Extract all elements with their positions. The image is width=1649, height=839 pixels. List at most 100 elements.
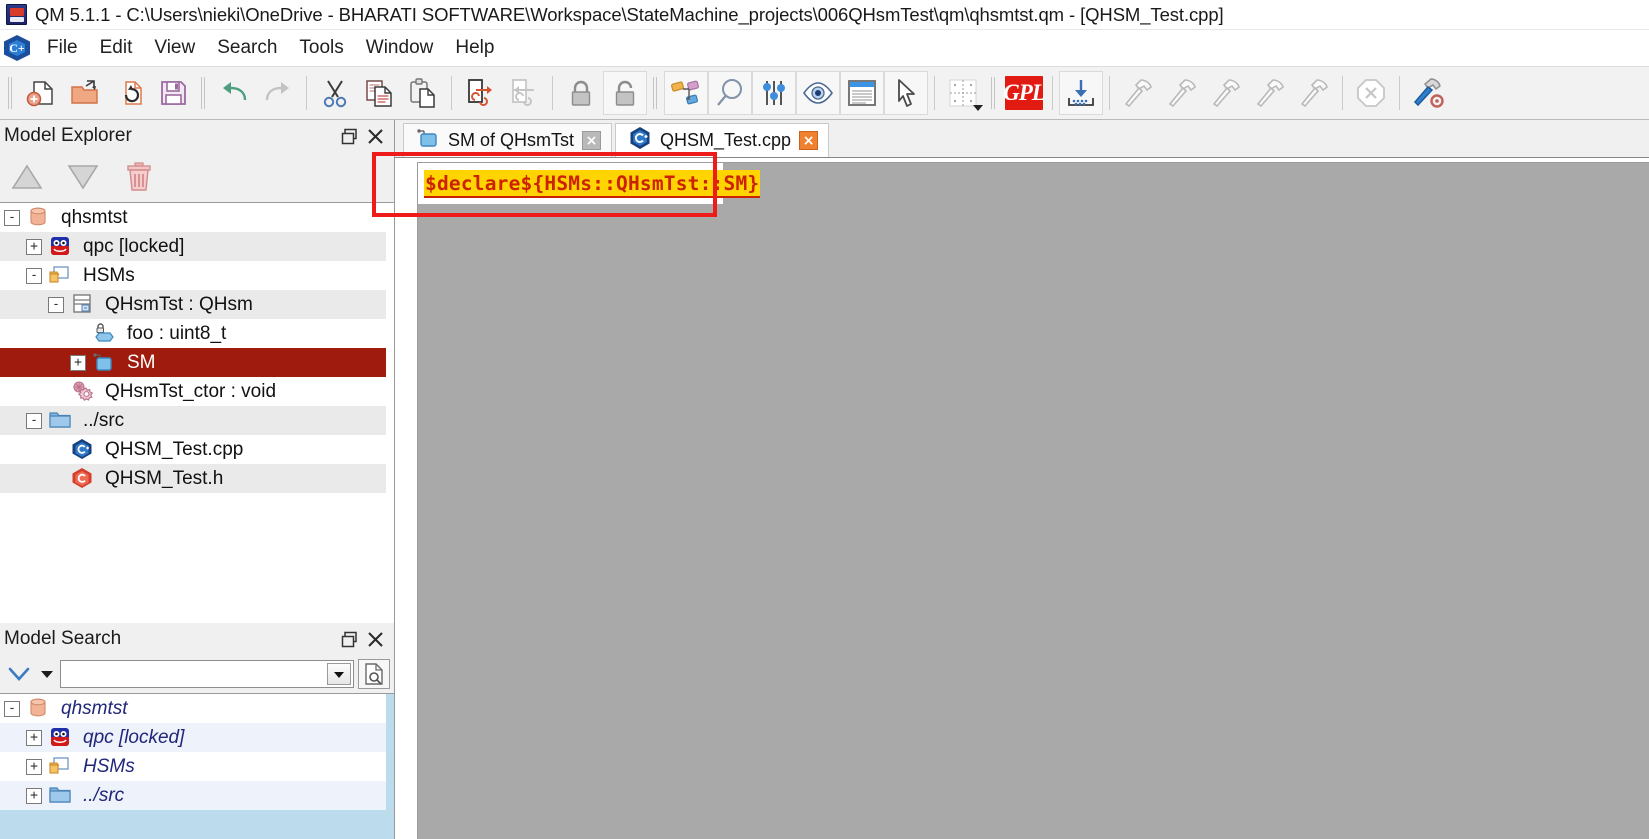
toolbar-grip-2[interactable] bbox=[199, 75, 208, 111]
toolbar-grip-4[interactable] bbox=[989, 75, 998, 111]
model-diagram-button[interactable] bbox=[664, 71, 708, 115]
move-down-button[interactable] bbox=[62, 157, 104, 197]
menu-window[interactable]: Window bbox=[355, 35, 445, 61]
tree-item-hsms[interactable]: - HSMs bbox=[0, 261, 394, 290]
tree-item-qpc-locked[interactable]: + qpc [locked] bbox=[0, 723, 394, 752]
window-title: QM 5.1.1 - C:\Users\nieki\OneDrive - BHA… bbox=[35, 3, 1224, 25]
expand-toggle-icon[interactable]: + bbox=[26, 238, 42, 255]
delete-button[interactable] bbox=[118, 157, 160, 197]
toolbar-separator-5 bbox=[1052, 76, 1053, 110]
package-folder-icon bbox=[48, 755, 74, 779]
tab-qhsm-test-cpp[interactable]: QHSM_Test.cpp × bbox=[615, 123, 830, 157]
search-combo-button[interactable] bbox=[327, 663, 351, 685]
paste-button[interactable] bbox=[401, 71, 445, 115]
open-model-button[interactable] bbox=[63, 71, 107, 115]
collapse-toggle-icon[interactable]: - bbox=[26, 267, 42, 284]
menu-search[interactable]: Search bbox=[206, 35, 288, 61]
search-input[interactable] bbox=[65, 664, 327, 684]
tree-item-label: qhsmtst bbox=[61, 697, 128, 719]
menu-edit[interactable]: Edit bbox=[89, 35, 144, 61]
move-up-button[interactable] bbox=[6, 157, 48, 197]
tree-item-foo-uint8-t[interactable]: foo : uint8_t bbox=[0, 319, 394, 348]
tree-item-qhsmtst-qhsm[interactable]: - QHsmTst : QHsm bbox=[0, 290, 394, 319]
tree-item-src[interactable]: - ../src bbox=[0, 406, 394, 435]
grid-dropdown-caret-icon[interactable] bbox=[973, 105, 983, 111]
code-editor-canvas[interactable]: $declare${HSMs::QHsmTst::SM} bbox=[417, 162, 1649, 839]
toolbar-grip-3[interactable] bbox=[651, 75, 660, 111]
tree-item-qpc-locked[interactable]: + qpc [locked] bbox=[0, 232, 394, 261]
tree-item-label: ../src bbox=[83, 784, 125, 806]
copy-button[interactable] bbox=[357, 71, 401, 115]
export-link-button[interactable] bbox=[458, 71, 502, 115]
tree-item-label: foo : uint8_t bbox=[127, 322, 227, 344]
model-search-panel: Model Search - qhsmtst + qpc [locked] + … bbox=[0, 623, 394, 839]
new-model-button[interactable] bbox=[19, 71, 63, 115]
collapse-toggle-icon[interactable]: - bbox=[4, 209, 20, 226]
undo-button[interactable] bbox=[212, 71, 256, 115]
model-explorer-float-button[interactable] bbox=[336, 124, 362, 148]
menu-file[interactable]: File bbox=[36, 35, 89, 61]
grid-snap-button[interactable] bbox=[941, 71, 985, 115]
tab-label: SM of QHsmTst bbox=[448, 130, 575, 150]
cut-button[interactable] bbox=[313, 71, 357, 115]
license-button[interactable]: GPL bbox=[1002, 71, 1046, 115]
build-button-3[interactable] bbox=[1204, 71, 1248, 115]
expand-toggle-icon[interactable]: + bbox=[26, 758, 42, 775]
model-search-float-button[interactable] bbox=[336, 627, 362, 651]
menu-help[interactable]: Help bbox=[444, 35, 505, 61]
declare-macro-token[interactable]: $declare${HSMs::QHsmTst::SM} bbox=[424, 169, 761, 198]
stop-build-button[interactable] bbox=[1349, 71, 1393, 115]
preview-button[interactable] bbox=[796, 71, 840, 115]
lock-button[interactable] bbox=[559, 71, 603, 115]
tree-item-sm[interactable]: + SM bbox=[0, 348, 394, 377]
model-explorer-close-button[interactable] bbox=[362, 124, 388, 148]
tree-item-src[interactable]: + ../src bbox=[0, 781, 394, 810]
collapse-toggle-icon[interactable]: - bbox=[4, 700, 20, 717]
model-explorer-tree[interactable]: - qhsmtst + qpc [locked] - HSMs - QHsmTst : QHs… bbox=[0, 202, 394, 623]
cpp-file-icon bbox=[628, 126, 652, 155]
build-button-1[interactable] bbox=[1116, 71, 1160, 115]
qp-face-icon bbox=[48, 235, 74, 259]
build-button-4[interactable] bbox=[1248, 71, 1292, 115]
build-button-2[interactable] bbox=[1160, 71, 1204, 115]
model-search-field[interactable] bbox=[60, 660, 354, 688]
tree-item-qhsmtst[interactable]: - qhsmtst bbox=[0, 203, 394, 232]
tab-sm-of-qhsmtst[interactable]: SM of QHsmTst × bbox=[403, 123, 613, 157]
tree-item-qhsmtst-ctor-void[interactable]: QHsmTst_ctor : void bbox=[0, 377, 394, 406]
model-search-close-button[interactable] bbox=[362, 627, 388, 651]
tree-item-qhsm-test-h[interactable]: QHSM_Test.h bbox=[0, 464, 394, 493]
expand-toggle-icon[interactable]: + bbox=[26, 787, 42, 804]
tree-item-hsms[interactable]: + HSMs bbox=[0, 752, 394, 781]
show-panel-button[interactable] bbox=[840, 71, 884, 115]
properties-button[interactable] bbox=[752, 71, 796, 115]
tree-item-qhsmtst[interactable]: - qhsmtst bbox=[0, 694, 394, 723]
save-model-button[interactable] bbox=[151, 71, 195, 115]
generate-code-button[interactable] bbox=[1059, 71, 1103, 115]
zoom-button[interactable] bbox=[708, 71, 752, 115]
menu-tools[interactable]: Tools bbox=[288, 35, 354, 61]
menu-view[interactable]: View bbox=[143, 35, 206, 61]
tree-item-label: QHsmTst_ctor : void bbox=[105, 380, 277, 402]
tab-close-icon[interactable]: × bbox=[582, 131, 602, 150]
select-tool-button[interactable] bbox=[884, 71, 928, 115]
expand-toggle-icon[interactable]: + bbox=[26, 729, 42, 746]
unlock-button[interactable] bbox=[603, 71, 647, 115]
reload-model-button[interactable] bbox=[107, 71, 151, 115]
document-search-button[interactable] bbox=[358, 659, 390, 689]
gpl-badge-icon: GPL bbox=[1003, 76, 1046, 110]
collapse-toggle-icon[interactable]: - bbox=[26, 412, 42, 429]
collapse-toggle-icon[interactable]: - bbox=[48, 296, 64, 313]
redo-button[interactable] bbox=[256, 71, 300, 115]
model-search-results-tree[interactable]: - qhsmtst + qpc [locked] + HSMs + ../src bbox=[0, 693, 394, 839]
toolbar-grip[interactable] bbox=[6, 75, 15, 111]
row-highlight bbox=[0, 348, 386, 377]
code-line-1[interactable]: $declare${HSMs::QHsmTst::SM} bbox=[418, 163, 761, 204]
expand-toggle-icon[interactable]: + bbox=[70, 354, 86, 371]
import-link-button[interactable] bbox=[502, 71, 546, 115]
build-settings-button[interactable] bbox=[1406, 71, 1450, 115]
tab-close-icon[interactable]: × bbox=[799, 131, 819, 150]
tree-item-qhsm-test-cpp[interactable]: QHSM_Test.cpp bbox=[0, 435, 394, 464]
search-direction-button[interactable] bbox=[4, 659, 34, 689]
search-direction-dropdown[interactable] bbox=[36, 659, 58, 689]
build-button-5[interactable] bbox=[1292, 71, 1336, 115]
